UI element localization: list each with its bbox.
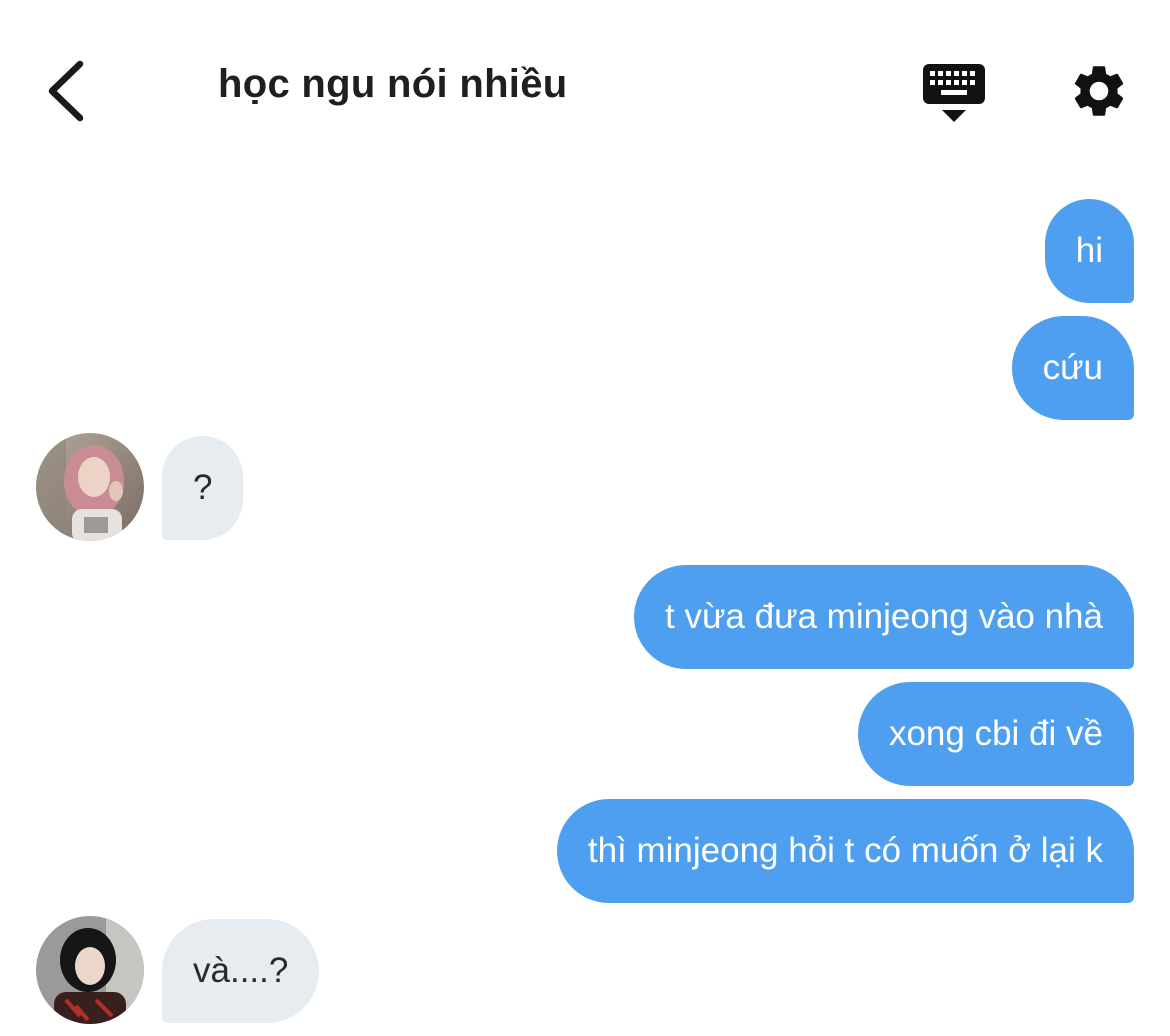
message-outgoing[interactable]: thì minjeong hỏi t có muốn ở lại k [556, 799, 1134, 903]
keyboard-hide-icon [923, 64, 985, 122]
message-outgoing[interactable]: t vừa đưa minjeong vào nhà [634, 565, 1134, 669]
message-incoming[interactable]: và....? [162, 919, 320, 1023]
message-outgoing[interactable]: xong cbi đi về [857, 682, 1134, 786]
contact-avatar[interactable] [36, 433, 144, 541]
chat-header: học ngu nói nhiều [0, 0, 1170, 180]
settings-button[interactable] [1068, 60, 1130, 122]
message-outgoing[interactable]: cứu [1011, 316, 1134, 420]
chevron-left-icon [48, 60, 84, 122]
gear-icon [1074, 66, 1124, 116]
message-incoming[interactable]: ? [162, 436, 244, 540]
contact-avatar[interactable] [36, 916, 144, 1024]
chat-title: học ngu nói nhiều [218, 62, 568, 106]
message-outgoing[interactable]: hi [1044, 199, 1134, 303]
back-button[interactable] [40, 58, 96, 124]
keyboard-toggle-button[interactable] [920, 62, 988, 126]
